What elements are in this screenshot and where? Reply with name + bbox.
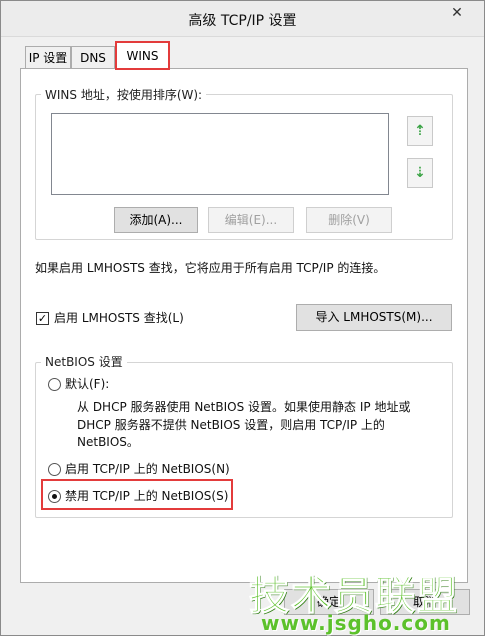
watermark-url: www.jsgho.com [261,611,451,635]
import-lmhosts-button[interactable]: 导入 LMHOSTS(M)... [296,304,452,331]
close-button[interactable]: ✕ [444,3,470,23]
radio-netbios-default-label[interactable]: 默认(F): [65,375,109,393]
close-icon: ✕ [451,5,463,21]
netbios-default-description-line-1: 从 DHCP 服务器使用 NetBIOS 设置。如果使用静态 IP 地址或 [77,400,411,414]
tab-ip-settings-label: IP 设置 [28,51,68,65]
tab-dns-label: DNS [80,51,106,65]
radio-netbios-enable-label[interactable]: 启用 TCP/IP 上的 NetBIOS(N) [65,460,230,478]
lmhosts-info-text: 如果启用 LMHOSTS 查找，它将应用于所有启用 TCP/IP 的连接。 [35,261,386,275]
title-bar: 高级 TCP/IP 设置 ✕ [1,1,484,37]
wins-address-list[interactable] [51,113,389,195]
move-down-button[interactable]: ⇣ [407,158,433,188]
edit-button[interactable]: 编辑(E)... [208,207,294,233]
tab-wins[interactable]: WINS [116,42,169,70]
dialog-title: 高级 TCP/IP 设置 [188,13,297,29]
remove-button[interactable]: 删除(V) [306,207,392,233]
netbios-default-description-line-3: NetBIOS。 [77,435,139,449]
lmhosts-checkbox[interactable]: ✓ [36,312,49,325]
arrow-down-icon: ⇣ [414,165,426,181]
tab-dns[interactable]: DNS [71,46,115,69]
checkmark-icon: ✓ [37,312,48,325]
netbios-group-label: NetBIOS 设置 [41,353,127,370]
wins-address-group-label: WINS 地址，按使用排序(W): [41,86,207,103]
advanced-tcpip-dialog: 高级 TCP/IP 设置 ✕ IP 设置 DNS WINS WINS 地址，按使… [0,0,485,636]
add-button[interactable]: 添加(A)... [114,207,198,233]
watermark-logo: 技术员联盟 www.jsgho.com [249,563,458,636]
netbios-default-description-line-2: DHCP 服务器不提供 NetBIOS 设置，则启用 TCP/IP 上的 [77,418,385,432]
wins-tab-panel: WINS 地址，按使用排序(W): ⇡ ⇣ 添加(A)... 编辑(E)... … [20,68,468,583]
move-up-button[interactable]: ⇡ [407,116,433,146]
arrow-up-icon: ⇡ [414,123,426,139]
lmhosts-checkbox-label[interactable]: 启用 LMHOSTS 查找(L) [54,309,184,327]
tab-wins-label: WINS [126,49,159,63]
radio-netbios-disable-label[interactable]: 禁用 TCP/IP 上的 NetBIOS(S) [65,487,228,505]
radio-netbios-default[interactable] [48,378,61,391]
tab-ip-settings[interactable]: IP 设置 [25,46,71,69]
radio-netbios-enable[interactable] [48,463,61,476]
radio-netbios-disable[interactable] [48,490,61,503]
